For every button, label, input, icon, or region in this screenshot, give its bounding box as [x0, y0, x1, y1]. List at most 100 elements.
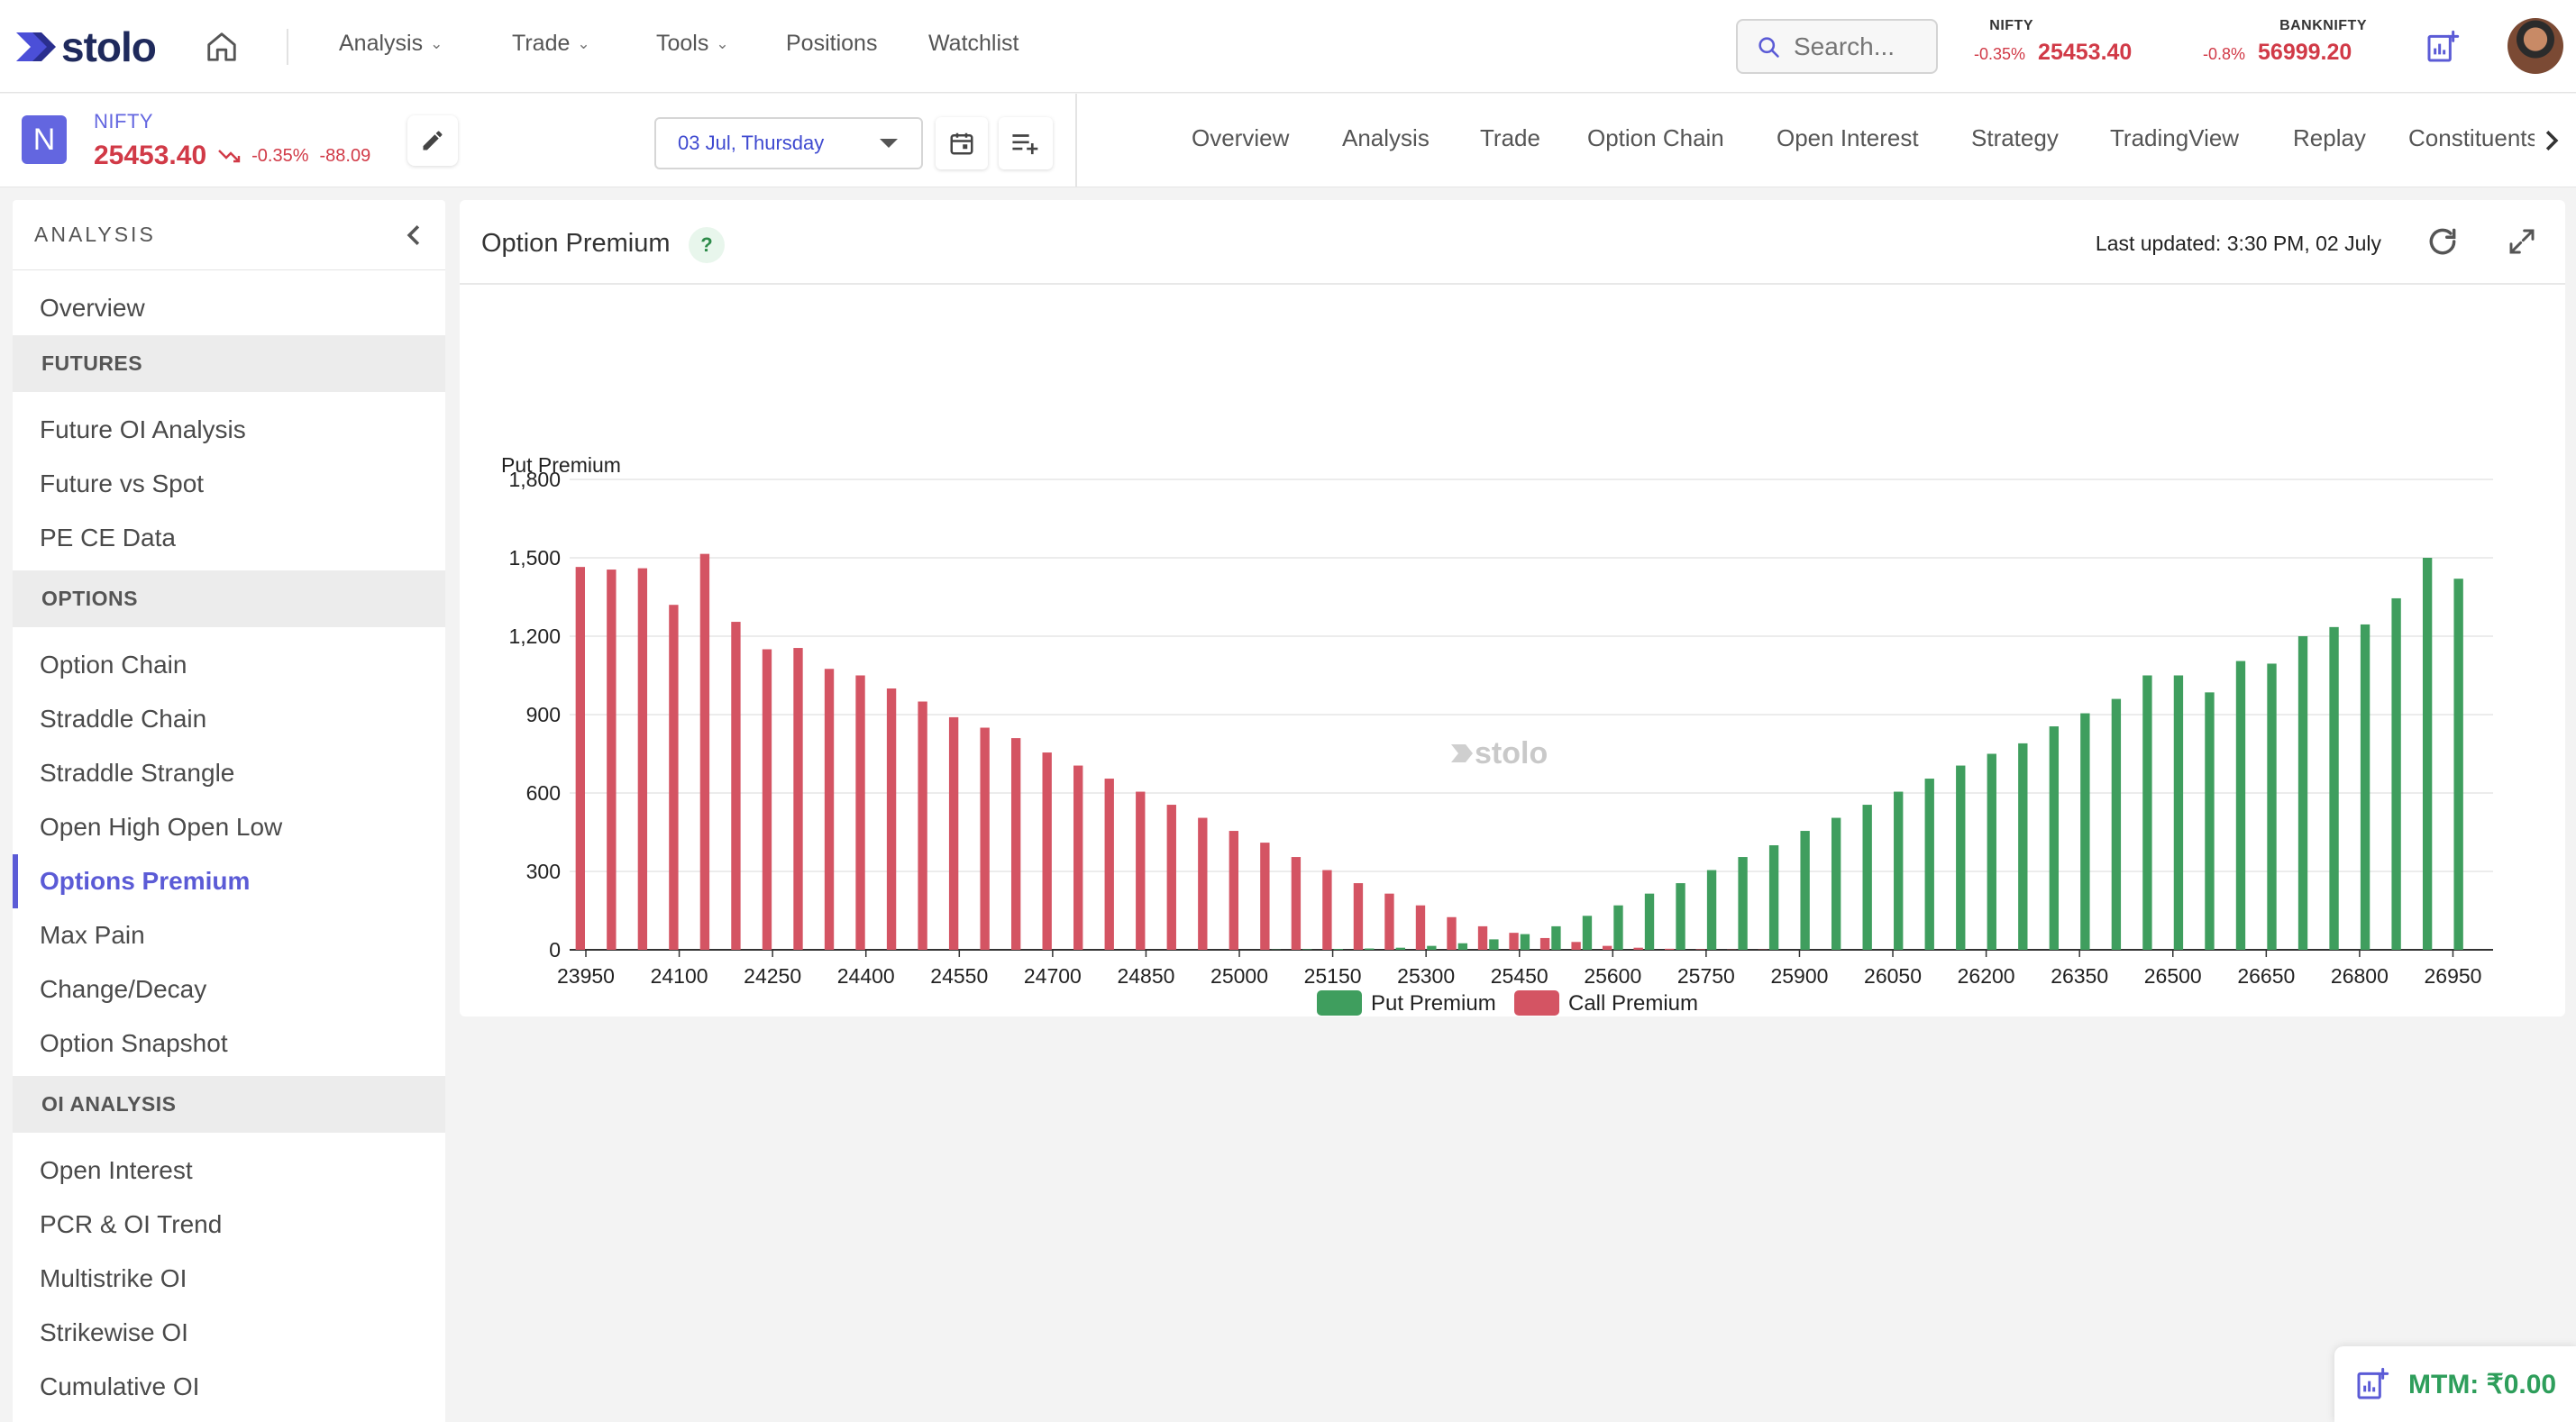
chevron-right-icon[interactable] — [2538, 124, 2565, 157]
pencil-icon — [423, 131, 443, 150]
tab-overview[interactable]: Overview — [1192, 124, 1289, 152]
sidebar-item-open-high-open-low[interactable]: Open High Open Low — [13, 800, 445, 854]
add-chart-icon — [2357, 1367, 2389, 1399]
call-premium-bar — [1166, 805, 1176, 950]
add-chart-icon[interactable] — [2421, 25, 2464, 68]
nav-watchlist-link[interactable]: Watchlist — [928, 31, 1019, 57]
x-tick-label: 24100 — [651, 964, 708, 988]
calendar-button[interactable] — [936, 117, 988, 169]
ticker-banknifty[interactable]: BANKNIFTY -0.8% 56999.20 — [2203, 18, 2367, 66]
x-tick-label: 26500 — [2144, 964, 2202, 988]
sidebar-item-multistrike-oi[interactable]: Multistrike OI — [13, 1252, 445, 1306]
put-premium-bar — [1582, 916, 1593, 950]
symbol-change-abs: -88.09 — [319, 145, 371, 166]
expiry-select[interactable]: 03 Jul, Thursday — [654, 117, 923, 169]
sidebar-item-overview[interactable]: Overview — [13, 281, 445, 335]
put-premium-bar — [2018, 743, 2028, 950]
put-premium-bar — [1987, 753, 1996, 950]
tab-constituents[interactable]: Constituents — [2408, 124, 2535, 152]
sidebar-title: ANALYSIS — [34, 223, 156, 246]
sidebar-item-future-oi-analysis[interactable]: Future OI Analysis — [13, 403, 445, 457]
call-premium-bar — [1322, 870, 1332, 950]
put-premium-bar — [2173, 675, 2184, 950]
call-premium-bar — [1415, 905, 1426, 950]
symbol-bar: N NIFTY 25453.40 -0.35% -88.09 03 Jul, T… — [0, 94, 2576, 187]
x-tick-label: 26650 — [2237, 964, 2295, 988]
sidebar-item-max-pain[interactable]: Max Pain — [13, 908, 445, 962]
tab-tradingview[interactable]: TradingView — [2110, 124, 2239, 152]
call-premium-bar — [1539, 937, 1550, 950]
tab-open-interest[interactable]: Open Interest — [1777, 124, 1919, 152]
search-input[interactable] — [1794, 32, 1929, 61]
put-premium-bar — [2235, 661, 2246, 950]
search-box[interactable] — [1736, 19, 1938, 74]
nav-tools-menu[interactable]: Tools ⌄ — [656, 31, 729, 57]
call-premium-bar — [1198, 817, 1208, 950]
tab-trade[interactable]: Trade — [1480, 124, 1540, 152]
call-premium-bar — [1509, 933, 1519, 950]
nav-trade-menu[interactable]: Trade ⌄ — [512, 31, 590, 57]
put-premium-bar — [1489, 939, 1499, 950]
call-premium-bar — [575, 567, 585, 950]
x-tick-label: 25450 — [1491, 964, 1548, 988]
sidebar-item-change-decay[interactable]: Change/Decay — [13, 962, 445, 1016]
analysis-sidebar: ANALYSIS Overview FUTURES Future OI Analys… — [13, 200, 445, 1422]
sidebar-item-pe-ce-data[interactable]: PE CE Data — [13, 511, 445, 565]
expiry-value: 03 Jul, Thursday — [678, 132, 825, 154]
ticker-name: BANKNIFTY — [2279, 18, 2367, 33]
call-premium-bar — [855, 675, 865, 950]
legend-swatch-call — [1514, 990, 1559, 1016]
nav-positions-link[interactable]: Positions — [786, 31, 877, 57]
y-tick-label: 300 — [526, 860, 561, 883]
call-premium-bar — [1665, 948, 1675, 950]
sidebar-item-straddle-strangle[interactable]: Straddle Strangle — [13, 746, 445, 800]
sidebar-item-strikewise-oi[interactable]: Strikewise OI — [13, 1306, 445, 1360]
call-premium-bar — [637, 568, 648, 950]
sidebar-item-pcr-oi-trend[interactable]: PCR & OI Trend — [13, 1198, 445, 1252]
call-premium-bar — [1633, 947, 1643, 950]
edit-symbol-button[interactable] — [407, 115, 458, 166]
x-tick-label: 24400 — [837, 964, 895, 988]
call-premium-bar — [1695, 949, 1705, 950]
put-premium-bar — [2049, 726, 2060, 950]
x-tick-label: 26800 — [2331, 964, 2389, 988]
call-premium-bar — [1291, 857, 1302, 950]
put-premium-bar — [1894, 791, 1904, 950]
expand-icon[interactable] — [2500, 220, 2544, 263]
collapse-sidebar-icon[interactable] — [404, 223, 424, 247]
call-premium-bar — [886, 688, 897, 950]
home-icon[interactable] — [200, 25, 243, 68]
sidebar-item-option-snapshot[interactable]: Option Snapshot — [13, 1016, 445, 1071]
ticker-nifty[interactable]: NIFTY -0.35% 25453.40 — [1974, 18, 2132, 66]
symbol-badge: N — [22, 115, 67, 164]
sidebar-header: ANALYSIS — [13, 200, 445, 270]
put-premium-bar — [2391, 597, 2401, 950]
x-tick-label: 25150 — [1304, 964, 1362, 988]
watermark-chevron-icon — [1451, 744, 1473, 762]
call-premium-bar — [699, 553, 710, 950]
symbol-price-row: 25453.40 -0.35% -88.09 — [94, 141, 370, 171]
sidebar-item-straddle-chain[interactable]: Straddle Chain — [13, 692, 445, 746]
tab-replay[interactable]: Replay — [2293, 124, 2366, 152]
mtm-widget[interactable]: MTM: ₹0.00 — [2334, 1346, 2576, 1422]
brand-logo[interactable]: stolo — [14, 22, 157, 72]
user-avatar[interactable] — [2507, 18, 2563, 74]
tab-analysis[interactable]: Analysis — [1342, 124, 1430, 152]
nav-analysis-menu[interactable]: Analysis ⌄ — [339, 31, 443, 57]
y-tick-label: 0 — [549, 938, 561, 962]
put-premium-bar — [1302, 949, 1312, 950]
sidebar-item-future-vs-spot[interactable]: Future vs Spot — [13, 457, 445, 511]
add-to-list-button[interactable] — [999, 117, 1053, 169]
tab-strategy[interactable]: Strategy — [1971, 124, 2059, 152]
sidebar-item-option-chain[interactable]: Option Chain — [13, 638, 445, 692]
x-tick-label: 26950 — [2424, 964, 2481, 988]
tab-option-chain[interactable]: Option Chain — [1587, 124, 1724, 152]
sidebar-item-cumulative-oi[interactable]: Cumulative OI — [13, 1360, 445, 1414]
refresh-icon[interactable] — [2421, 220, 2464, 263]
sidebar-item-intraday-oi-breakup[interactable]: Intraday OI Breakup — [13, 1414, 445, 1422]
sidebar-item-open-interest[interactable]: Open Interest — [13, 1144, 445, 1198]
sidebar-item-options-premium[interactable]: Options Premium — [13, 854, 445, 908]
help-icon[interactable]: ? — [689, 227, 725, 263]
